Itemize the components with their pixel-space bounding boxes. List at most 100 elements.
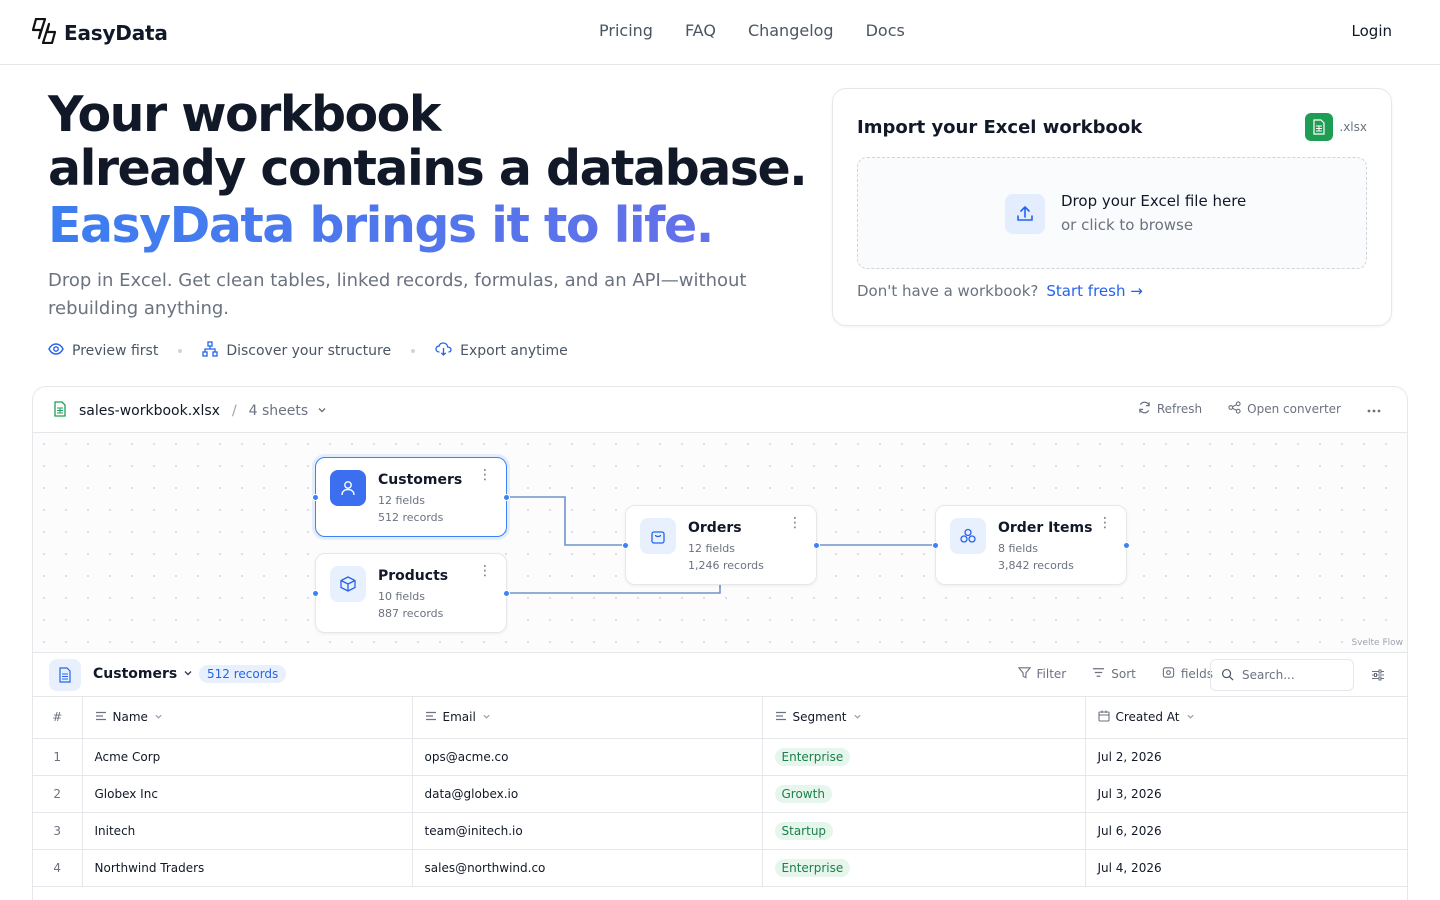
workspace-actions: Refresh Open converter xyxy=(1138,401,1381,417)
table-row[interactable]: 2 Globex Inc data@globex.io Growth Jul 3… xyxy=(33,775,1407,813)
sheet-selector[interactable]: Customers xyxy=(93,666,193,682)
feature-label: Discover your structure xyxy=(226,343,392,359)
column-header-index: # xyxy=(33,697,83,739)
refresh-button[interactable]: Refresh xyxy=(1138,401,1202,417)
import-footer: Don't have a workbook? Start fresh → xyxy=(857,282,1143,300)
column-header-created-at[interactable]: Created At xyxy=(1085,697,1407,739)
flow-node-customers[interactable]: Customers 12 fields 512 records ⋮ xyxy=(312,457,510,537)
cell-segment[interactable]: Enterprise xyxy=(762,738,1086,776)
column-header-segment[interactable]: Segment xyxy=(762,697,1086,739)
cell-email[interactable]: data@globex.io xyxy=(412,775,763,813)
top-navbar: EasyData Pricing FAQ Changelog Docs Logi… xyxy=(0,0,1440,65)
connection-handle[interactable] xyxy=(503,590,510,597)
segment-pill: Startup xyxy=(774,821,834,840)
cell-created-at[interactable]: Jul 2, 2026 xyxy=(1085,738,1407,776)
feature-preview: Preview first xyxy=(48,341,158,361)
cell-email[interactable]: team@initech.io xyxy=(412,812,763,850)
connection-handle[interactable] xyxy=(312,494,319,501)
calendar-icon xyxy=(1097,710,1110,725)
table-row[interactable]: 1 Acme Corp ops@acme.co Enterprise Jul 2… xyxy=(33,738,1407,776)
connection-handle[interactable] xyxy=(1123,542,1130,549)
records-badge: 512 records xyxy=(199,665,287,683)
cell-email[interactable]: ops@acme.co xyxy=(412,738,763,776)
cell-name[interactable]: Northwind Traders xyxy=(82,849,413,887)
dropzone-sub-text: or click to browse xyxy=(1061,216,1194,234)
file-breadcrumb: sales-workbook.xlsx / 4 sheets xyxy=(53,401,327,421)
connection-handle[interactable] xyxy=(813,542,820,549)
fields-label: fields xyxy=(1180,667,1213,681)
column-label: Created At xyxy=(1115,710,1180,725)
cell-created-at[interactable]: Jul 3, 2026 xyxy=(1085,775,1407,813)
nav-item-docs[interactable]: Docs xyxy=(866,21,905,40)
cloud-download-icon xyxy=(435,341,452,361)
more-options-button[interactable] xyxy=(1367,402,1381,416)
connection-handle[interactable] xyxy=(932,542,939,549)
node-fields: 8 fields xyxy=(998,542,1038,555)
start-fresh-link[interactable]: Start fresh → xyxy=(1046,282,1142,300)
search-input[interactable] xyxy=(1242,668,1342,682)
connection-handle[interactable] xyxy=(503,494,510,501)
cell-email[interactable]: sales@northwind.co xyxy=(412,849,763,887)
sliders-icon[interactable] xyxy=(1371,667,1385,686)
eye-off-icon xyxy=(1162,666,1175,682)
import-footer-text: Don't have a workbook? xyxy=(857,282,1039,300)
more-vertical-icon[interactable]: ⋮ xyxy=(1098,516,1112,530)
import-title: Import your Excel workbook xyxy=(857,117,1143,138)
dropzone-main-text: Drop your Excel file here xyxy=(1061,192,1247,210)
column-label: Email xyxy=(442,710,476,725)
refresh-icon xyxy=(1138,401,1151,417)
login-link[interactable]: Login xyxy=(1352,22,1392,40)
sitemap-icon xyxy=(202,341,218,361)
node-title: Customers xyxy=(378,472,463,488)
segment-pill: Enterprise xyxy=(774,747,851,766)
node-title: Orders xyxy=(688,520,742,536)
table-toolbar: Customers 512 records Filter Sort fields xyxy=(33,653,1407,697)
table-actions: Filter Sort fields xyxy=(1017,666,1213,682)
fields-button[interactable]: fields xyxy=(1162,666,1213,682)
user-icon xyxy=(330,470,366,506)
feature-label: Export anytime xyxy=(460,343,568,359)
connection-handle[interactable] xyxy=(312,590,319,597)
cell-name[interactable]: Globex Inc xyxy=(82,775,413,813)
hero-title-line1: Your workbook xyxy=(48,86,441,143)
cell-segment[interactable]: Growth xyxy=(762,775,1086,813)
nav-item-faq[interactable]: FAQ xyxy=(685,21,716,40)
sort-label: Sort xyxy=(1111,667,1136,681)
column-header-email[interactable]: Email xyxy=(412,697,763,739)
table-row[interactable]: 3 Initech team@initech.io Startup Jul 6,… xyxy=(33,812,1407,850)
more-vertical-icon[interactable]: ⋮ xyxy=(788,516,802,530)
filter-button[interactable]: Filter xyxy=(1017,666,1066,682)
more-vertical-icon[interactable]: ⋮ xyxy=(478,468,492,482)
column-header-name[interactable]: Name xyxy=(82,697,413,739)
brand[interactable]: EasyData xyxy=(31,17,168,48)
cell-name[interactable]: Acme Corp xyxy=(82,738,413,776)
cell-created-at[interactable]: Jul 4, 2026 xyxy=(1085,849,1407,887)
file-dropzone[interactable]: Drop your Excel file here or click to br… xyxy=(857,157,1367,269)
connection-handle[interactable] xyxy=(622,542,629,549)
chevron-down-icon xyxy=(183,666,193,682)
sort-button[interactable]: Sort xyxy=(1092,666,1136,682)
schema-flow-canvas[interactable]: Customers 12 fields 512 records ⋮ Produc… xyxy=(33,433,1407,653)
cell-created-at[interactable]: Jul 6, 2026 xyxy=(1085,812,1407,850)
feature-list: Preview first Discover your structure Ex… xyxy=(48,341,568,361)
workbook-workspace: sales-workbook.xlsx / 4 sheets Refresh O… xyxy=(32,386,1408,900)
table-row[interactable]: 4 Northwind Traders sales@northwind.co E… xyxy=(33,849,1407,887)
flow-node-products[interactable]: Products 10 fields 887 records ⋮ xyxy=(312,553,510,633)
chevron-down-icon xyxy=(853,710,862,724)
cell-name[interactable]: Initech xyxy=(82,812,413,850)
separator-dot xyxy=(178,349,183,353)
more-vertical-icon[interactable]: ⋮ xyxy=(478,564,492,578)
cell-segment[interactable]: Enterprise xyxy=(762,849,1086,887)
sheets-dropdown[interactable]: 4 sheets xyxy=(249,403,327,419)
nav-item-changelog[interactable]: Changelog xyxy=(748,21,834,40)
open-converter-button[interactable]: Open converter xyxy=(1228,401,1341,417)
cell-segment[interactable]: Startup xyxy=(762,812,1086,850)
main-nav: Pricing FAQ Changelog Docs xyxy=(599,21,905,40)
flow-node-order-items[interactable]: Order Items 8 fields 3,842 records ⋮ xyxy=(932,505,1130,585)
node-fields: 12 fields xyxy=(688,542,735,555)
nav-item-pricing[interactable]: Pricing xyxy=(599,21,653,40)
flow-attribution[interactable]: Svelte Flow xyxy=(1351,638,1403,648)
flow-node-orders[interactable]: Orders 12 fields 1,246 records ⋮ xyxy=(622,505,820,585)
feature-label: Preview first xyxy=(72,343,159,359)
chevron-down-icon xyxy=(482,710,491,724)
